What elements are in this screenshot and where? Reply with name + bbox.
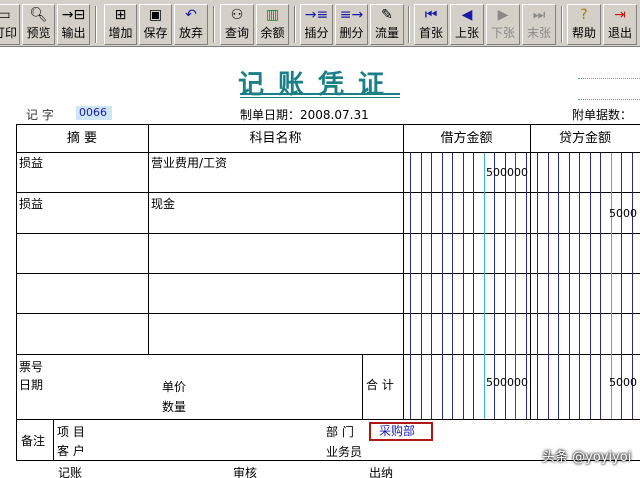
col-divider [362, 354, 363, 420]
total-debit: 500000 [486, 376, 528, 389]
export-icon: →⊟ [61, 7, 86, 23]
unit-price-label: 单价 [162, 380, 187, 394]
delete-split-icon: ≡→ [339, 7, 364, 23]
voucher-title: 记账凭证 [238, 70, 399, 100]
discard-button[interactable]: ↶ 放弃 [174, 4, 208, 45]
row-divider [16, 192, 640, 193]
balance-chart-icon: ▥ [265, 7, 280, 23]
undo-icon: ↶ [185, 7, 197, 23]
last-voucher-button[interactable]: ⏭ 末张 [522, 4, 556, 45]
print-button[interactable]: ▭ 打印 [0, 4, 20, 45]
date-label: 制单日期： [240, 108, 301, 122]
reviewer-label: 审核 [233, 466, 258, 478]
toolbar-separator [95, 6, 97, 43]
customer-label: 客 户 [57, 444, 85, 458]
row-divider [16, 273, 640, 274]
toolbar: ▭ 打印 🔍︎ 预览 →⊟ 输出 ⊞ 增加 ▣ 保存 ↶ 放弃 ⚇ 查询 ▥ 余… [0, 0, 640, 47]
query-button[interactable]: ⚇ 查询 [220, 4, 254, 45]
remarks-left-border [16, 420, 17, 460]
ticket-label: 票号 [19, 360, 44, 374]
first-icon: ⏮ [424, 7, 438, 23]
preview-button[interactable]: 🔍︎ 预览 [22, 4, 55, 45]
toolbar-separator [561, 6, 563, 43]
voucher-type-label: 记 字 [26, 108, 54, 122]
add-button[interactable]: ⊞ 增加 [104, 4, 137, 45]
row1-account[interactable]: 营业费用/工资 [151, 154, 227, 171]
header-divider [16, 152, 640, 153]
department-label: 部 门 [326, 425, 354, 439]
department-field[interactable]: 采购部 [369, 422, 433, 441]
save-icon: ▣ [148, 7, 163, 23]
dotted-line [578, 78, 640, 79]
save-button[interactable]: ▣ 保存 [139, 4, 172, 45]
account-header: 科目名称 [249, 131, 302, 146]
insert-split-button[interactable]: →≡ 插分 [300, 4, 333, 45]
next-voucher-button[interactable]: ▶ 下张 [486, 4, 520, 45]
quantity-label: 数量 [162, 400, 187, 414]
project-label: 项 目 [57, 425, 85, 439]
voucher-number-field[interactable]: 0066 [76, 106, 112, 120]
col-divider [148, 124, 149, 354]
exit-button[interactable]: ⇥ 退出 [603, 4, 637, 45]
balance-button[interactable]: ▥ 余额 [256, 4, 289, 45]
row-divider [16, 419, 640, 420]
toolbar-separator [213, 6, 215, 43]
summary-header: 摘 要 [66, 131, 98, 146]
toolbar-separator [294, 6, 296, 43]
prev-voucher-button[interactable]: ◀ 上张 [450, 4, 484, 45]
bookkeeper-label: 记账 [58, 466, 83, 478]
export-button[interactable]: →⊟ 输出 [57, 4, 90, 45]
print-icon: ▭ [0, 7, 11, 23]
row-divider [16, 313, 640, 314]
cashier-label: 出纳 [369, 466, 394, 478]
remarks-label: 备注 [21, 434, 46, 448]
delete-split-button[interactable]: ≡→ 删分 [335, 4, 368, 45]
next-icon: ▶ [497, 7, 509, 23]
preview-icon: 🔍︎ [29, 7, 48, 23]
help-button[interactable]: ? 帮助 [567, 4, 601, 45]
salesperson-label: 业务员 [326, 445, 363, 459]
date-field-label: 日期 [19, 378, 44, 392]
cashflow-icon: ✎ [381, 7, 393, 23]
title-underline [240, 97, 400, 98]
total-label: 合 计 [366, 378, 394, 392]
row-divider [16, 354, 640, 355]
help-icon: ? [580, 7, 588, 23]
total-credit: 5000 [609, 376, 637, 389]
row2-credit[interactable]: 5000 [531, 207, 640, 220]
attachments-label: 附单据数： [572, 108, 633, 122]
binoculars-icon: ⚇ [230, 7, 244, 23]
debit-header: 借方金额 [440, 131, 493, 146]
dotted-line [578, 99, 640, 100]
row1-summary[interactable]: 损益 [19, 154, 43, 171]
credit-header: 贷方金额 [558, 131, 611, 146]
exit-icon: ⇥ [614, 7, 626, 23]
row1-debit[interactable]: 500000 [404, 166, 528, 179]
row2-account[interactable]: 现金 [151, 195, 175, 212]
row-divider [16, 233, 640, 234]
add-icon: ⊞ [114, 7, 127, 23]
last-icon: ⏭ [532, 7, 546, 23]
first-voucher-button[interactable]: ⏮ 首张 [414, 4, 448, 45]
voucher-date-label: 制单日期：2008.07.31 [240, 106, 369, 123]
title-underline [240, 93, 400, 95]
prev-icon: ◀ [461, 7, 473, 23]
remarks-divider [53, 420, 54, 460]
cashflow-button[interactable]: ✎ 流量 [370, 4, 404, 45]
voucher-date[interactable]: 2008.07.31 [300, 108, 369, 122]
insert-split-icon: →≡ [304, 7, 329, 23]
row2-summary[interactable]: 损益 [19, 195, 43, 212]
watermark: 头条 @yoyiyoi [542, 450, 632, 465]
toolbar-separator [408, 6, 410, 43]
